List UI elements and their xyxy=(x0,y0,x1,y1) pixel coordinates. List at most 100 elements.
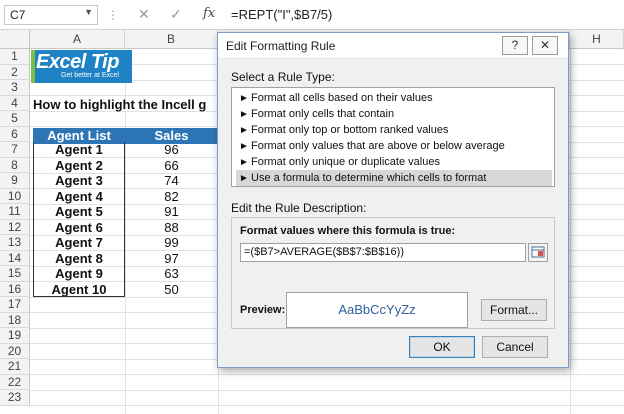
arrow-icon: ► xyxy=(239,109,249,120)
table-cell-agent[interactable]: Agent 10 xyxy=(33,281,125,297)
rule-type-item[interactable]: ► Format only unique or duplicate values xyxy=(236,154,552,170)
table-cell-sales[interactable]: 63 xyxy=(125,266,218,282)
table-cell-sales[interactable]: 82 xyxy=(125,189,218,205)
table-bottom-border xyxy=(33,296,125,297)
row-header[interactable]: 20 xyxy=(0,343,30,359)
arrow-icon: ► xyxy=(239,157,249,168)
name-box[interactable]: C7 ▼ xyxy=(4,5,98,25)
table-cell-sales[interactable]: 97 xyxy=(125,251,218,267)
logo-accent-bar xyxy=(31,50,35,83)
close-button[interactable]: ✕ xyxy=(532,36,558,55)
enter-icon[interactable]: ✓ xyxy=(170,6,182,23)
table-cell-agent[interactable]: Agent 7 xyxy=(33,235,125,251)
rule-type-label: Format only values that are above or bel… xyxy=(251,140,505,152)
formula-label: Format values where this formula is true… xyxy=(240,225,456,237)
table-cell-agent[interactable]: Agent 8 xyxy=(33,250,125,266)
edit-description-label: Edit the Rule Description: xyxy=(231,201,367,215)
table-cell-sales[interactable]: 50 xyxy=(125,282,218,298)
help-icon: ? xyxy=(511,38,519,52)
row-header[interactable]: 18 xyxy=(0,312,30,328)
formula-bar: C7 ▼ ⋮ ✕ ✓ fx =REPT("I",$B7/5) xyxy=(0,0,624,30)
rule-type-label: Use a formula to determine which cells t… xyxy=(251,172,487,184)
range-select-icon xyxy=(531,246,545,258)
row-header[interactable]: 6 xyxy=(0,126,30,142)
row-header[interactable]: 17 xyxy=(0,297,30,313)
table-cell-agent[interactable]: Agent 3 xyxy=(33,173,125,189)
logo-text-excel: Excel xyxy=(36,51,86,73)
row-header[interactable]: 7 xyxy=(0,142,30,158)
row-header[interactable]: 19 xyxy=(0,328,30,344)
arrow-icon: ► xyxy=(239,93,249,104)
table-cell-sales[interactable]: 99 xyxy=(125,235,218,251)
table-cell-sales[interactable]: 66 xyxy=(125,158,218,174)
arrow-icon: ► xyxy=(239,141,249,152)
row-header[interactable]: 23 xyxy=(0,390,30,406)
format-button[interactable]: Format... xyxy=(481,299,547,321)
collapse-dialog-button[interactable] xyxy=(528,243,548,262)
row-header[interactable]: 1 xyxy=(0,49,30,65)
preview-label: Preview: xyxy=(240,304,286,316)
rule-type-list[interactable]: ► Format all cells based on their values … xyxy=(231,87,555,187)
select-all-corner[interactable] xyxy=(0,30,30,49)
table-cell-agent[interactable]: Agent 6 xyxy=(33,219,125,235)
arrow-icon: ► xyxy=(239,173,249,184)
name-box-value: C7 xyxy=(10,8,26,22)
chevron-down-icon[interactable]: ▼ xyxy=(84,7,93,17)
ok-button[interactable]: OK xyxy=(409,336,475,358)
rule-type-label: Format all cells based on their values xyxy=(251,92,433,104)
row-header[interactable]: 16 xyxy=(0,281,30,297)
gridline xyxy=(30,374,624,375)
row-header[interactable]: 2 xyxy=(0,64,30,80)
column-header-b[interactable]: B xyxy=(125,30,218,49)
dialog-title: Edit Formatting Rule xyxy=(226,39,336,53)
row-header[interactable]: 3 xyxy=(0,80,30,96)
rule-type-label: Format only cells that contain xyxy=(251,108,395,120)
row-header[interactable]: 8 xyxy=(0,157,30,173)
formula-input[interactable]: =REPT("I",$B7/5) xyxy=(227,4,624,26)
logo-text-tip: Tip xyxy=(90,51,120,73)
drag-handle-icon[interactable]: ⋮ xyxy=(107,8,119,22)
insert-function-icon[interactable]: fx xyxy=(203,6,215,21)
preview-box: AaBbCcYyZz xyxy=(286,292,468,328)
table-cell-sales[interactable]: 96 xyxy=(125,142,218,158)
table-cell-agent[interactable]: Agent 9 xyxy=(33,266,125,282)
column-header-a[interactable]: A xyxy=(30,30,125,49)
column-header-h[interactable]: H xyxy=(570,30,624,49)
table-cell-agent[interactable]: Agent 1 xyxy=(33,142,125,158)
logo-tagline: Get better at Excel xyxy=(61,72,119,79)
cancel-button[interactable]: Cancel xyxy=(482,336,548,358)
excel-tip-logo: Excel Tip Get better at Excel xyxy=(31,50,132,83)
row-header[interactable]: 14 xyxy=(0,250,30,266)
table-cell-agent[interactable]: Agent 5 xyxy=(33,204,125,220)
row-header[interactable]: 13 xyxy=(0,235,30,251)
gridline xyxy=(30,389,624,391)
rule-type-item[interactable]: ► Format only top or bottom ranked values xyxy=(236,122,552,138)
row-header[interactable]: 11 xyxy=(0,204,30,220)
rule-type-item[interactable]: ► Format all cells based on their values xyxy=(236,90,552,106)
rule-type-label: Format only unique or duplicate values xyxy=(251,156,440,168)
help-button[interactable]: ? xyxy=(502,36,528,55)
row-header[interactable]: 12 xyxy=(0,219,30,235)
table-cell-sales[interactable]: 88 xyxy=(125,220,218,236)
table-cell-sales[interactable]: 91 xyxy=(125,204,218,220)
table-cell-agent[interactable]: Agent 2 xyxy=(33,157,125,173)
rule-description-panel: Format values where this formula is true… xyxy=(231,217,555,329)
row-header[interactable]: 21 xyxy=(0,359,30,375)
rule-type-item-selected[interactable]: ► Use a formula to determine which cells … xyxy=(236,170,552,186)
rule-formula-input[interactable]: =($B7>AVERAGE($B$7:$B$16)) xyxy=(240,243,526,262)
dialog-title-bar[interactable]: Edit Formatting Rule ? ✕ xyxy=(218,33,568,59)
rule-type-item[interactable]: ► Format only cells that contain xyxy=(236,106,552,122)
cancel-icon[interactable]: ✕ xyxy=(138,6,150,23)
rule-type-item[interactable]: ► Format only values that are above or be… xyxy=(236,138,552,154)
row-header[interactable]: 5 xyxy=(0,111,30,127)
row-header[interactable]: 22 xyxy=(0,374,30,390)
sheet-headline: How to highlight the Incell g xyxy=(33,97,207,112)
row-header[interactable]: 4 xyxy=(0,95,30,111)
table-cell-agent[interactable]: Agent 4 xyxy=(33,188,125,204)
row-header[interactable]: 10 xyxy=(0,188,30,204)
row-header[interactable]: 15 xyxy=(0,266,30,282)
arrow-icon: ► xyxy=(239,125,249,136)
table-cell-sales[interactable]: 74 xyxy=(125,173,218,189)
select-rule-type-label: Select a Rule Type: xyxy=(231,70,335,84)
row-header[interactable]: 9 xyxy=(0,173,30,189)
